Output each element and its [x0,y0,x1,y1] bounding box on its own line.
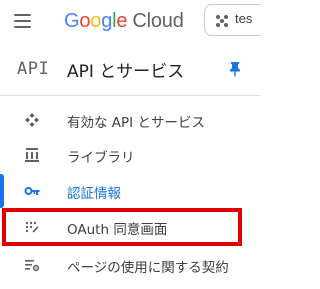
nav-item-enabled-apis[interactable]: 有効な API とサービス [0,103,260,137]
nav-item-label: OAuth 同意画面 [67,222,168,238]
page-usage-icon [25,260,40,272]
pin-icon[interactable] [228,61,242,77]
google-cloud-logo[interactable]: Google Cloud [64,8,184,34]
console-page: Google Cloud tes API API とサービス 有効な API とサ… [0,0,260,289]
project-name: tes [235,11,253,26]
top-bar: Google Cloud tes [0,0,260,42]
logo-letter: o [79,10,91,32]
nav-item-credentials[interactable]: 認証情報 [0,174,260,208]
nav-item-page-usage-agreements[interactable]: ページの使用に関する契約 [0,248,260,282]
nav-item-label: 認証情報 [67,186,121,202]
library-icon [25,148,39,162]
api-badge-icon: API [17,59,50,79]
nav-item-label: ライブラリ [67,150,135,166]
enabled-apis-icon [25,113,39,127]
logo-letter: e [116,10,128,32]
nav-item-library[interactable]: ライブラリ [0,138,260,172]
project-picker[interactable]: tes [204,4,260,36]
oauth-consent-icon [25,221,39,233]
project-dots-icon [216,15,228,27]
nav-item-oauth-consent[interactable]: OAuth 同意画面 [0,210,260,244]
key-icon [24,187,40,195]
main-menu-icon[interactable] [12,11,34,31]
nav-item-label: ページの使用に関する契約 [67,260,229,276]
logo-product: Cloud [132,10,184,32]
nav-item-label: 有効な API とサービス [67,115,205,131]
logo-letter: o [90,10,102,32]
logo-letter: g [101,10,113,32]
section-title: API とサービス [67,62,185,82]
logo-letter: G [64,10,80,32]
divider [0,95,260,96]
